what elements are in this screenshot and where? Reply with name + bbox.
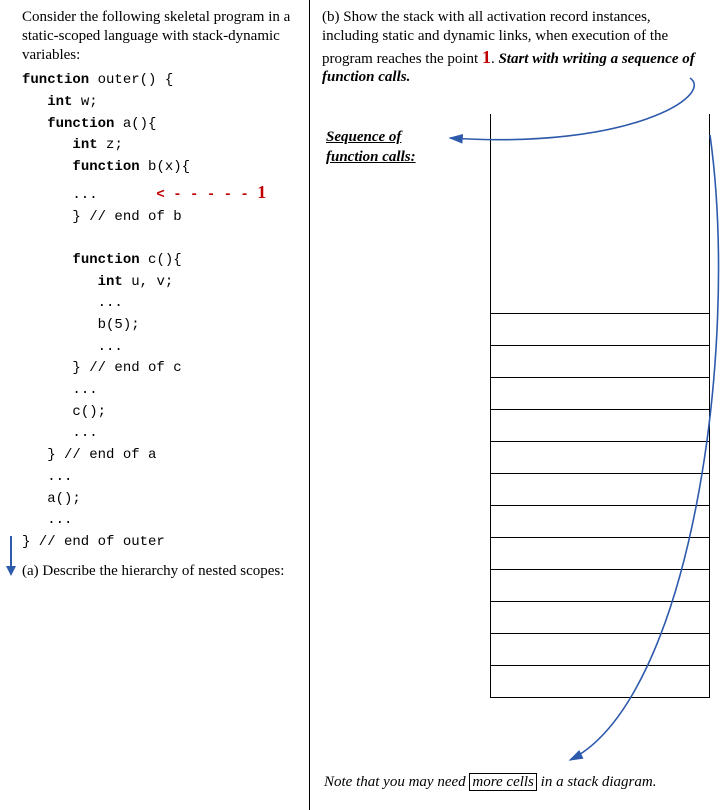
kw-function: function	[47, 116, 114, 132]
stack-cell	[490, 410, 710, 442]
stack-cell	[490, 666, 710, 698]
stack-cell	[490, 442, 710, 474]
code-line: z;	[98, 137, 123, 153]
code-line: ...	[47, 469, 72, 485]
note-boxed: more cells	[469, 773, 537, 791]
kw-int: int	[72, 137, 97, 153]
code-line: a();	[47, 491, 81, 507]
code-line: ...	[72, 382, 97, 398]
stack-cell	[490, 378, 710, 410]
code-line: ...	[72, 425, 97, 441]
stack-top-region	[490, 114, 710, 314]
kw-function: function	[72, 159, 139, 175]
right-column: (b) Show the stack with all activation r…	[310, 0, 722, 810]
arrow-dashes: < - - - - -	[156, 187, 257, 203]
code-line: c(){	[140, 252, 182, 268]
code-line: } // end of b	[72, 209, 181, 225]
note-part: Note that you may need	[324, 774, 469, 790]
code-line: } // end of a	[47, 447, 156, 463]
sequence-label: Sequence of function calls:	[326, 128, 416, 167]
kw-function: function	[72, 252, 139, 268]
stack-cell	[490, 474, 710, 506]
code-line: b(5);	[98, 317, 140, 333]
code-line: b(x){	[140, 159, 190, 175]
stack-cell	[490, 346, 710, 378]
question-a: (a) Describe the hierarchy of nested sco…	[22, 562, 303, 581]
stack-cell	[490, 314, 710, 346]
kw-function: function	[22, 72, 89, 88]
kw-int: int	[47, 94, 72, 110]
code-line: u, v;	[123, 274, 173, 290]
left-column: Consider the following skeletal program …	[0, 0, 310, 810]
code-block: function outer() { int w; function a(){ …	[22, 70, 303, 553]
page-root: Consider the following skeletal program …	[0, 0, 722, 810]
code-line: ...	[98, 295, 123, 311]
stack-cell	[490, 506, 710, 538]
stack-cell	[490, 602, 710, 634]
stack-cell	[490, 538, 710, 570]
code-line: a(){	[114, 116, 156, 132]
kw-int: int	[98, 274, 123, 290]
code-line: c();	[72, 404, 106, 420]
code-line: } // end of outer	[22, 534, 165, 550]
code-line: ...	[22, 187, 156, 203]
intro-text: Consider the following skeletal program …	[22, 8, 303, 64]
down-arrow-icon	[4, 536, 18, 581]
code-line: w;	[72, 94, 97, 110]
note-part: in a stack diagram.	[537, 774, 657, 790]
code-line: outer() {	[89, 72, 173, 88]
code-line: ...	[47, 512, 72, 528]
note-text: Note that you may need more cells in a s…	[324, 773, 656, 793]
code-line: } // end of c	[72, 360, 181, 376]
stack-cell	[490, 634, 710, 666]
seq-line1: Sequence of	[326, 129, 401, 145]
point-1-marker: 1	[257, 182, 266, 202]
code-line: ...	[98, 339, 123, 355]
stack-cell	[490, 570, 710, 602]
stack-diagram	[490, 114, 710, 698]
question-b: (b) Show the stack with all activation r…	[322, 8, 710, 87]
point-1-ref: 1	[482, 47, 491, 67]
seq-line2: function calls:	[326, 149, 416, 165]
